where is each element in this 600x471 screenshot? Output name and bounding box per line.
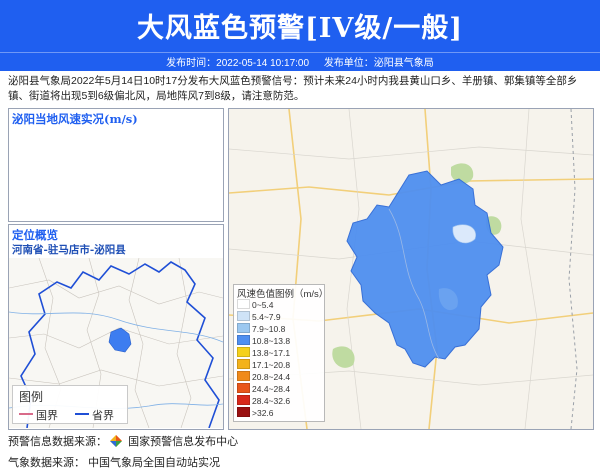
location-panel-subtitle: 河南省-驻马店市-泌阳县 [12, 244, 126, 256]
legend-item-national-border: 国界 [19, 407, 58, 423]
weather-source-label: 气象数据来源： [8, 457, 85, 469]
legend-row: 13.8~17.1 [237, 347, 290, 358]
wind-speed-panel-title: 泌阳当地风速实况(m/s) [12, 112, 138, 126]
publish-meta: 发布时间：2022-05-14 10:17:00 发布单位：泌阳县气象局 [0, 54, 600, 69]
province-border-line-icon [75, 413, 89, 415]
warning-header: 大风蓝色预警[IV级/一般] [0, 0, 600, 53]
publish-unit: 发布单位：泌阳县气象局 [323, 58, 434, 69]
warning-description: 泌阳县气象局2022年5月14日10时17分发布大风蓝色预警信号：预计未来24小… [8, 75, 578, 102]
color-swatch [237, 383, 250, 393]
legend-row: 10.8~13.8 [237, 335, 290, 346]
warning-source-value[interactable]: 国家预警信息发布中心 [128, 436, 238, 448]
wind-speed-panel: 泌阳当地风速实况(m/s) [8, 108, 224, 222]
color-swatch [237, 335, 250, 345]
legend-row: 28.4~32.6 [237, 395, 290, 406]
national-border-line-icon [19, 413, 33, 415]
warning-source-label: 预警信息数据来源： [8, 436, 107, 448]
publish-time: 发布时间：2022-05-14 10:17:00 [166, 58, 310, 69]
legend-row: 17.1~20.8 [237, 359, 290, 370]
legend-row: >32.6 [237, 407, 274, 418]
legend-row: 20.8~24.4 [237, 371, 290, 382]
color-swatch [237, 371, 250, 381]
legend-row: 5.4~7.9 [237, 311, 281, 322]
warning-source-line: 预警信息数据来源： 国家预警信息发布中心 [8, 433, 238, 449]
weather-source-line: 气象数据来源： 中国气象局全国自动站实况 [8, 454, 220, 470]
location-legend-title: 图例 [19, 390, 44, 404]
color-swatch [237, 323, 250, 333]
color-swatch [237, 311, 250, 321]
color-swatch [237, 395, 250, 405]
legend-row: 0~5.4 [237, 299, 274, 310]
legend-item-province-border: 省界 [75, 407, 114, 423]
warning-title: 大风蓝色预警[IV级/一般] [137, 13, 463, 44]
legend-row: 24.4~28.4 [237, 383, 290, 394]
weather-source-value[interactable]: 中国气象局全国自动站实况 [88, 457, 220, 469]
wind-speed-legend: 风速色值图例（m/s） 0~5.4 5.4~7.9 7.9~10.8 10.8~… [233, 284, 329, 422]
location-legend: 图例 国界 省界 [12, 385, 128, 424]
location-panel-title: 定位概览 [12, 228, 58, 242]
wind-legend-title: 风速色值图例（m/s） [237, 289, 329, 300]
color-swatch [237, 407, 250, 417]
release-center-logo-icon [110, 435, 123, 447]
color-swatch [237, 299, 250, 309]
color-swatch [237, 359, 250, 369]
legend-row: 7.9~10.8 [237, 323, 285, 334]
color-swatch [237, 347, 250, 357]
